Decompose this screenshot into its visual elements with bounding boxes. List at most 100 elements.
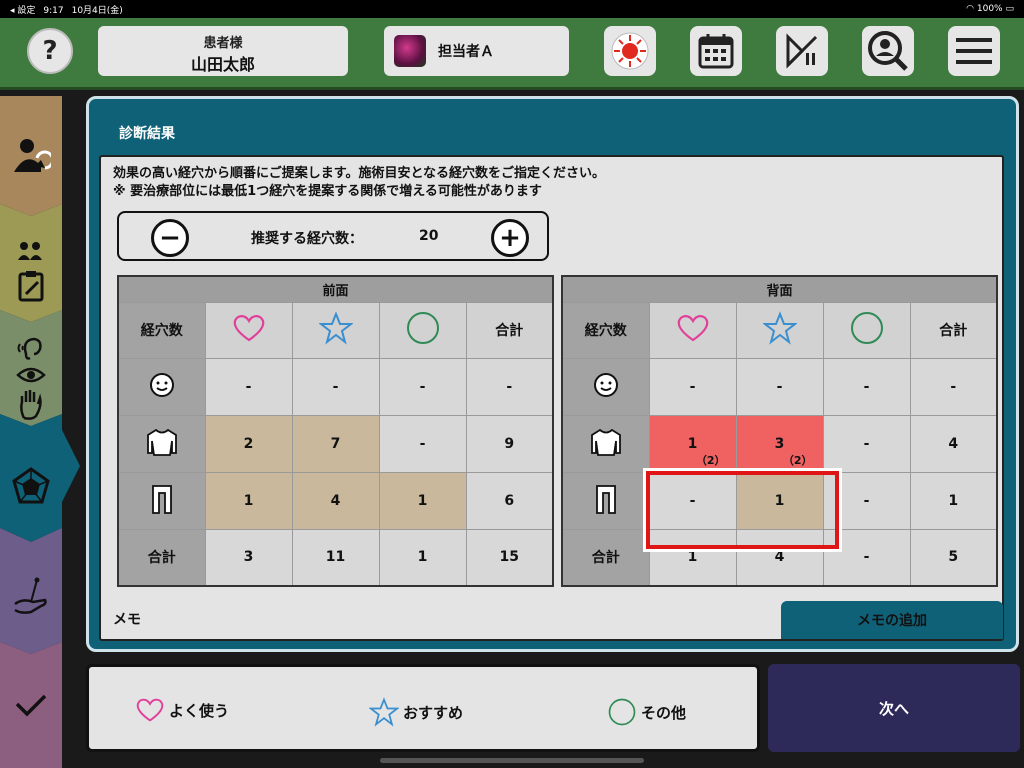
back-col-count: 経穴数	[561, 301, 650, 359]
instruction-line-1: 効果の高い経穴から順番にご提案します。施術目安となる経穴数をご指定ください。	[113, 166, 606, 181]
front-col-circle	[378, 301, 467, 359]
back-r1-c0[interactable]: 1 （2）	[648, 414, 737, 473]
ear-icon	[17, 337, 42, 360]
legend-other-label: その他	[641, 703, 687, 722]
status-bar: ◂ 設定 9:17 10月4日(金) ◠ 100% ▭	[0, 0, 1024, 18]
front-r1-c2[interactable]: -	[378, 414, 467, 473]
star-icon	[369, 697, 399, 727]
status-right: ◠ 100% ▭	[966, 4, 1014, 14]
clipboard-icon	[18, 271, 44, 302]
search-user-button[interactable]	[862, 26, 914, 76]
back-col-total: 合計	[909, 301, 998, 359]
status-date: 10月4日(金)	[71, 5, 123, 16]
calendar-button[interactable]	[690, 26, 742, 76]
front-r0-c2[interactable]: -	[378, 357, 467, 416]
sidebar-tab-diagnosis[interactable]	[0, 446, 62, 526]
back-r1-total: 4	[909, 414, 998, 473]
highlight-frame	[643, 468, 842, 552]
instructions: 効果の高い経穴から順番にご提案します。施術目安となる経穴数をご指定ください。 ※…	[113, 165, 605, 201]
front-r3-c2: 1	[378, 528, 467, 587]
back-r3-total: 5	[909, 528, 998, 587]
back-col-star	[735, 301, 824, 359]
back-r1-c1[interactable]: 3 （2）	[735, 414, 824, 473]
row-lower-body-icon	[117, 471, 206, 530]
sidebar-tab-interview[interactable]	[0, 224, 62, 314]
play-pause-icon	[786, 33, 818, 69]
row-upper-body-icon	[561, 414, 650, 473]
front-r0-c0[interactable]: -	[204, 357, 293, 416]
front-r1-c0[interactable]: 2	[204, 414, 293, 473]
star-icon	[761, 311, 798, 345]
stepper-label: 推奨する経穴数：	[251, 231, 363, 247]
back-col-heart	[648, 301, 737, 359]
user-search-icon	[868, 31, 908, 71]
patient-name: 山田太郎	[190, 55, 255, 74]
front-r2-c0[interactable]: 1	[204, 471, 293, 530]
legend-other: その他	[607, 697, 686, 727]
front-r1-c1[interactable]: 7	[291, 414, 380, 473]
increase-button[interactable]: +	[491, 219, 529, 257]
diagnosis-content: 効果の高い経穴から順番にご提案します。施術目安となる経穴数をご指定ください。 ※…	[99, 155, 1004, 641]
back-r0-c0[interactable]: -	[648, 357, 737, 416]
staff-avatar	[394, 35, 426, 67]
back-caption: 背面	[561, 275, 998, 303]
row-upper-body-icon	[117, 414, 206, 473]
sidebar-tab-examination[interactable]	[0, 328, 62, 428]
decrease-button[interactable]: −	[151, 219, 189, 257]
back-r1-c2[interactable]: -	[822, 414, 911, 473]
front-r0-total: -	[465, 357, 554, 416]
heart-icon	[233, 315, 264, 342]
play-pause-button[interactable]	[776, 26, 828, 76]
moxa-button[interactable]	[604, 26, 656, 76]
staff-button[interactable]: 担当者Ａ	[384, 26, 569, 76]
back-to-settings[interactable]: ◂ 設定	[10, 6, 35, 16]
patient-button[interactable]: 患者様 山田太郎	[98, 26, 348, 76]
back-r1-c1-sub: （2）	[782, 453, 813, 467]
back-r0-total: -	[909, 357, 998, 416]
front-r3-c1: 11	[291, 528, 380, 587]
instruction-line-2: ※ 要治療部位には最低1つ経穴を提案する関係で増える可能性があります	[113, 184, 542, 199]
back-r1-c0-sub: （2）	[695, 453, 726, 467]
sidebar-tab-treatment[interactable]	[0, 556, 62, 636]
back-r0-c1[interactable]: -	[735, 357, 824, 416]
back-r1-c1-value: 3	[774, 435, 785, 452]
circle-icon	[608, 698, 636, 726]
front-col-star	[291, 301, 380, 359]
hamburger-icon	[956, 38, 992, 64]
sidebar-tab-complete[interactable]	[0, 670, 62, 740]
home-indicator[interactable]	[380, 758, 644, 763]
row-head-icon	[117, 357, 206, 416]
front-r0-c1[interactable]: -	[291, 357, 380, 416]
calendar-icon	[698, 34, 734, 69]
circle-icon	[850, 312, 883, 344]
sidebar-tab-patient[interactable]	[0, 126, 62, 186]
front-row-total-label: 合計	[117, 528, 206, 587]
face-icon	[149, 372, 174, 397]
add-memo-button[interactable]: メモの追加	[781, 601, 1003, 639]
circle-icon	[406, 312, 439, 344]
checkmark-icon	[15, 694, 47, 717]
back-col-circle	[822, 301, 911, 359]
front-caption: 前面	[117, 275, 554, 303]
star-icon	[317, 311, 354, 345]
front-col-heart	[204, 301, 293, 359]
front-r3-total: 15	[465, 528, 554, 587]
row-head-icon	[561, 357, 650, 416]
help-button[interactable]: ?	[27, 28, 73, 74]
legend-favorite: よく使う	[135, 697, 229, 723]
battery-icon: ▭	[1005, 4, 1014, 14]
front-r2-c1[interactable]: 4	[291, 471, 380, 530]
sidebar	[0, 96, 82, 768]
face-icon	[593, 372, 618, 397]
acupoint-count-stepper: − 推奨する経穴数： 20 +	[117, 211, 549, 261]
front-r2-c2[interactable]: 1	[378, 471, 467, 530]
back-r0-c2[interactable]: -	[822, 357, 911, 416]
acupuncture-hand-icon	[14, 577, 47, 614]
diagnosis-panel: 診断結果 効果の高い経穴から順番にご提案します。施術目安となる経穴数をご指定くだ…	[86, 96, 1019, 652]
legend-recommended-label: おすすめ	[403, 703, 464, 722]
menu-button[interactable]	[948, 26, 1000, 76]
next-button[interactable]: 次へ	[768, 664, 1020, 752]
legs-icon	[151, 484, 172, 514]
eye-icon	[16, 367, 46, 383]
row-lower-body-icon	[561, 471, 650, 530]
